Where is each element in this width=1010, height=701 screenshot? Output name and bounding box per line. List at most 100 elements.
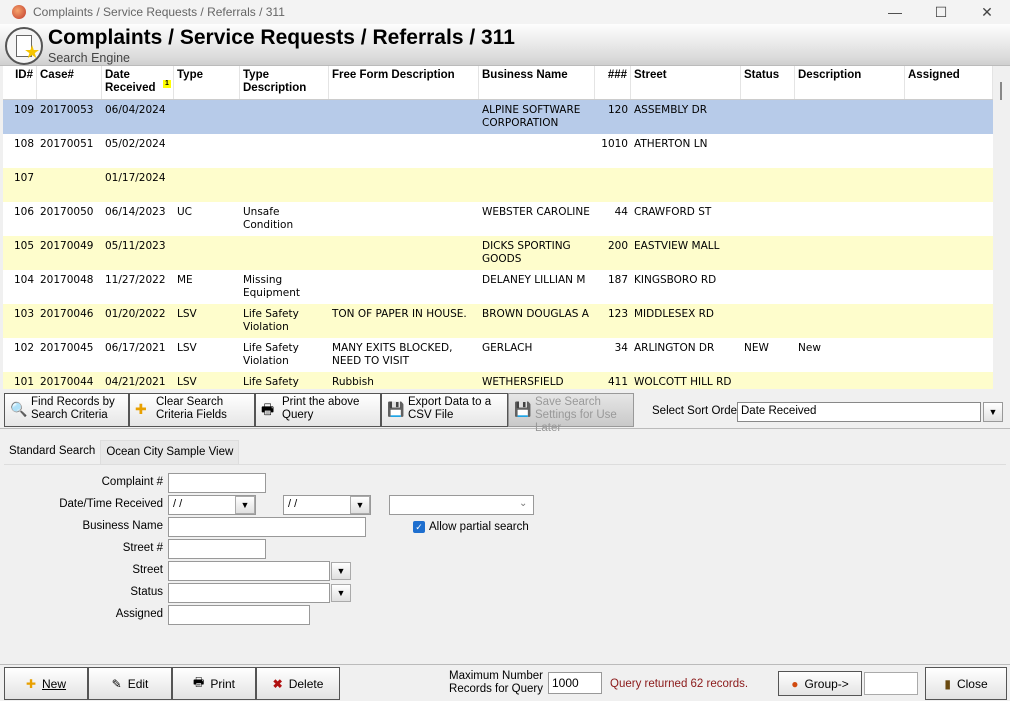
cell-case: 20170051: [40, 138, 94, 150]
col-date-received[interactable]: Date Received 1: [102, 66, 174, 99]
group-globe-icon: ●: [791, 676, 799, 691]
table-row[interactable]: 102 20170045 06/17/2021 LSV Life Safety Viol…: [3, 338, 993, 372]
table-row[interactable]: 105 20170049 05/11/2023 DICKS SPORTING GOOD…: [3, 236, 993, 270]
street-dropdown-icon[interactable]: ▼: [331, 562, 351, 580]
cell-id: 109: [13, 104, 34, 116]
clear-criteria-button[interactable]: ✚ Clear Search Criteria Fields: [129, 393, 255, 427]
table-row[interactable]: 101 20170044 04/21/2021 LSV Life Safety Rubbi…: [3, 372, 993, 389]
print-button[interactable]: 🖶 Print: [172, 667, 256, 700]
cell-assigned: [905, 202, 993, 236]
street-label: Street: [132, 564, 163, 576]
cell-street: ATHERTON LN: [634, 138, 708, 150]
cell-street: ARLINGTON DR: [634, 342, 715, 354]
col-status[interactable]: Status: [741, 66, 795, 99]
cell-case: 20170053: [40, 104, 94, 116]
col-street[interactable]: Street: [631, 66, 741, 99]
date-to-dropdown-icon[interactable]: ▼: [350, 496, 370, 514]
cell-type-description: Life Safety Violation: [243, 342, 299, 367]
grid-vertical-scrollbar[interactable]: [993, 66, 1010, 389]
complaint-number-input[interactable]: [168, 473, 266, 493]
tab-ocean-city-sample-view[interactable]: Ocean City Sample View: [100, 440, 240, 464]
save-settings-button[interactable]: 💾 Save Search Settings for Use Later: [508, 393, 634, 434]
date-range-select[interactable]: [389, 495, 534, 515]
print-query-button[interactable]: 🖶 Print the above Query: [255, 393, 381, 427]
cell-date-received: 11/27/2022: [105, 274, 166, 286]
col-assigned[interactable]: Assigned: [905, 66, 993, 99]
cell-id: 102: [13, 342, 34, 354]
minimize-button[interactable]: —: [872, 0, 918, 24]
close-button[interactable]: ▮ Close: [925, 667, 1007, 700]
status-input[interactable]: [168, 583, 330, 603]
new-button[interactable]: ✚ New: [4, 667, 88, 700]
cell-type: ME: [177, 274, 193, 286]
col-type-description[interactable]: Type Description: [240, 66, 329, 99]
date-from-dropdown-icon[interactable]: ▼: [235, 496, 255, 514]
cell-street: EASTVIEW MALL: [634, 240, 720, 252]
sort-order-dropdown-arrow-icon[interactable]: ▼: [983, 402, 1003, 422]
export-csv-button[interactable]: 💾 Export Data to a CSV File: [381, 393, 508, 427]
cell-type-description: Life Safety Violation: [243, 308, 299, 333]
cell-status: NEW: [744, 342, 769, 354]
col-business-name[interactable]: Business Name: [479, 66, 595, 99]
delete-button[interactable]: ✖ Delete: [256, 667, 340, 700]
cell-free-form-description: MANY EXITS BLOCKED, NEED TO VISIT: [332, 342, 453, 367]
cell-assigned: [905, 304, 993, 338]
col-type[interactable]: Type: [174, 66, 240, 99]
table-row[interactable]: 109 20170053 06/04/2024 ALPINE SOFTWARE COR…: [3, 100, 993, 134]
max-records-input[interactable]: 1000: [548, 672, 602, 694]
cell-date-received: 04/21/2021: [105, 376, 166, 388]
table-row[interactable]: 108 20170051 05/02/2024 1010 ATHERTON LN: [3, 134, 993, 168]
maximize-button[interactable]: ☐: [918, 0, 964, 24]
cell-date-received: 06/17/2021: [105, 342, 166, 354]
find-records-button[interactable]: 🔍 Find Records by Search Criteria: [4, 393, 129, 427]
street-number-input[interactable]: [168, 539, 266, 559]
cell-description: [795, 168, 905, 202]
edit-button[interactable]: ✎ Edit: [88, 667, 172, 700]
close-window-button[interactable]: ✕: [964, 0, 1010, 24]
col-free-form-description[interactable]: Free Form Description: [329, 66, 479, 99]
business-name-label: Business Name: [82, 520, 163, 532]
assigned-input[interactable]: [168, 605, 310, 625]
app-icon: [12, 5, 26, 19]
scrollbar-thumb[interactable]: [1000, 82, 1002, 100]
table-row[interactable]: 104 20170048 11/27/2022 ME Missing Equipment…: [3, 270, 993, 304]
cell-street-number: 44: [614, 206, 628, 218]
results-grid[interactable]: ID# Case# Date Received 1 Type Type Descr…: [3, 66, 993, 389]
col-case[interactable]: Case#: [37, 66, 102, 99]
cell-id: 101: [13, 376, 34, 388]
cell-type: LSV: [177, 342, 197, 354]
street-input[interactable]: [168, 561, 330, 581]
title-bar: Complaints / Service Requests / Referral…: [0, 0, 1010, 24]
standard-search-form: Complaint # Date/Time Received Business …: [4, 464, 1006, 664]
group-input[interactable]: [864, 672, 918, 695]
magnifier-icon: 🔍: [10, 401, 28, 417]
table-row[interactable]: 107 01/17/2024: [3, 168, 993, 202]
allow-partial-search-checkbox[interactable]: ✓: [413, 521, 425, 533]
cell-assigned: [905, 168, 993, 202]
group-button[interactable]: ● Group->: [778, 671, 862, 696]
grid-header: ID# Case# Date Received 1 Type Type Descr…: [3, 66, 993, 100]
tab-standard-search[interactable]: Standard Search: [4, 440, 101, 464]
cell-business-name: DELANEY LILLIAN M: [482, 274, 586, 286]
cell-business-name: [479, 134, 595, 168]
cell-type-description: [240, 134, 329, 168]
cell-free-form-description: [329, 236, 479, 270]
cell-description: [795, 236, 905, 270]
col-street-number[interactable]: ###: [595, 66, 631, 99]
cell-description: [795, 372, 905, 389]
status-dropdown-icon[interactable]: ▼: [331, 584, 351, 602]
sort-order-select[interactable]: Date Received: [737, 402, 981, 422]
cell-business-name: GERLACH: [482, 342, 533, 354]
cell-free-form-description: [329, 100, 479, 134]
chevron-down-icon[interactable]: ⌄: [519, 498, 527, 509]
table-row[interactable]: 106 20170050 06/14/2023 UC Unsafe Condition W…: [3, 202, 993, 236]
col-id[interactable]: ID#: [3, 66, 37, 99]
col-description[interactable]: Description: [795, 66, 905, 99]
new-document-icon: ✚: [25, 676, 37, 691]
search-tabs: Standard Search Ocean City Sample View: [4, 440, 240, 464]
cell-type-description: [240, 236, 329, 270]
cell-case: 20170050: [40, 206, 94, 218]
cell-type: LSV: [177, 376, 197, 388]
table-row[interactable]: 103 20170046 01/20/2022 LSV Life Safety Viol…: [3, 304, 993, 338]
business-name-input[interactable]: [168, 517, 366, 537]
